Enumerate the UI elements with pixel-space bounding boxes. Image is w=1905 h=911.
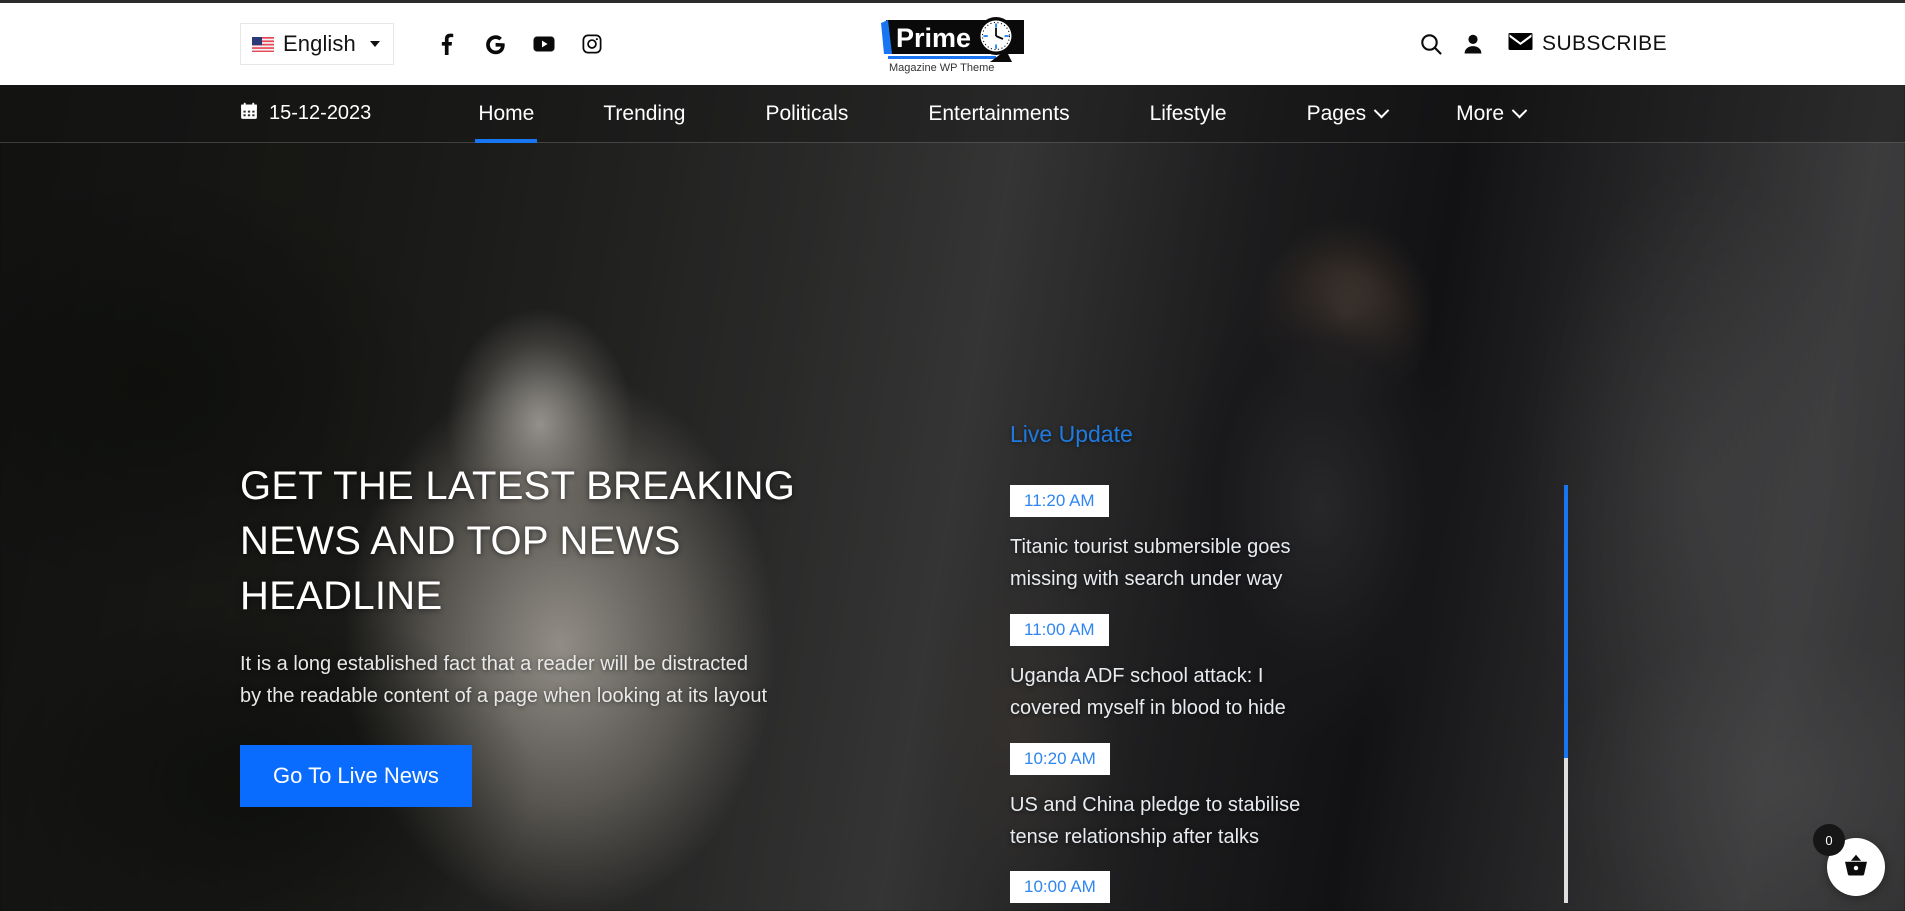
site-logo[interactable]: Prime Magazine WP Theme [878, 14, 1028, 74]
cart-button[interactable]: 0 [1813, 824, 1885, 896]
nav-item-more[interactable]: More [1427, 85, 1554, 142]
nav-label: Pages [1306, 101, 1367, 125]
live-update-item[interactable]: 10:20 AM US and China pledge to stabilis… [1010, 742, 1570, 854]
nav-item-entertainments[interactable]: Entertainments [888, 85, 1109, 142]
hero-text-block: GET THE LATEST BREAKING NEWS AND TOP NEW… [240, 143, 1000, 911]
time-badge: 11:00 AM [1010, 613, 1109, 646]
user-icon[interactable] [1452, 23, 1494, 65]
live-update-item[interactable]: 11:20 AM Titanic tourist submersible goe… [1010, 485, 1570, 596]
hero-section: 15-12-2023 Home Trending Politicals Ente… [0, 85, 1905, 911]
envelope-icon [1508, 32, 1533, 56]
live-update-title: Live Update [1010, 421, 1133, 447]
top-bar-left: English [0, 23, 616, 65]
hero-subtitle: It is a long established fact that a rea… [240, 652, 768, 707]
svg-text:Prime: Prime [896, 23, 971, 53]
google-icon[interactable] [478, 26, 514, 62]
time-badge: 11:20 AM [1010, 485, 1109, 517]
nav-item-politicals[interactable]: Politicals [725, 85, 888, 142]
hero-content: GET THE LATEST BREAKING NEWS AND TOP NEW… [0, 143, 1905, 911]
main-navigation: 15-12-2023 Home Trending Politicals Ente… [0, 85, 1905, 143]
hero-title: GET THE LATEST BREAKING NEWS AND TOP NEW… [240, 464, 796, 619]
live-update-headline[interactable]: Titanic tourist submersible goes missing… [1010, 531, 1310, 596]
time-badge: 10:00 AM [1010, 871, 1110, 904]
search-icon[interactable] [1410, 23, 1452, 65]
date-label: 15-12-2023 [269, 102, 372, 124]
facebook-icon[interactable] [430, 26, 466, 62]
calendar-icon [240, 102, 258, 126]
top-bar-right: SUBSCRIBE [1410, 23, 1905, 65]
subscribe-button[interactable]: SUBSCRIBE [1508, 32, 1667, 56]
nav-label: Lifestyle [1149, 101, 1227, 125]
live-update-panel: Live Update 11:20 AM Titanic tourist sub… [1010, 143, 1570, 911]
nav-menu: Home Trending Politicals Entertainments … [449, 85, 1554, 143]
language-label: English [283, 31, 356, 56]
live-update-list[interactable]: 11:20 AM Titanic tourist submersible goe… [1010, 485, 1570, 911]
shopping-basket-icon [1842, 851, 1870, 884]
nav-item-trending[interactable]: Trending [563, 85, 725, 142]
nav-label: Politicals [765, 101, 849, 125]
nav-item-home[interactable]: Home [449, 85, 563, 143]
instagram-icon[interactable] [574, 26, 610, 62]
live-update-headline[interactable]: Uganda ADF school attack: I covered myse… [1010, 660, 1310, 725]
cart-count-badge: 0 [1813, 824, 1845, 856]
live-update-scrollbar-thumb[interactable] [1564, 485, 1568, 758]
chevron-down-icon [1373, 102, 1390, 119]
language-selector[interactable]: English [240, 23, 394, 65]
live-update-scrollbar[interactable] [1564, 485, 1568, 903]
youtube-icon[interactable] [526, 26, 562, 62]
svg-text:Magazine WP Theme: Magazine WP Theme [889, 62, 994, 74]
nav-label: More [1456, 101, 1505, 125]
go-to-live-news-button[interactable]: Go To Live News [240, 745, 472, 808]
caret-down-icon [369, 41, 380, 47]
nav-item-pages[interactable]: Pages [1267, 85, 1428, 142]
time-badge: 10:20 AM [1010, 742, 1110, 775]
social-links [424, 26, 616, 62]
chevron-down-icon [1511, 102, 1528, 119]
nav-item-lifestyle[interactable]: Lifestyle [1110, 85, 1267, 142]
nav-label: Trending [603, 101, 686, 125]
nav-label: Home [478, 101, 535, 125]
top-bar: English Prime Magazine WP Theme SUBSCRIB… [0, 0, 1905, 85]
live-update-item[interactable]: 10:00 AM Global network of sadistic monk… [1010, 871, 1570, 911]
logo-graphic: Prime Magazine WP Theme [880, 17, 1024, 74]
subscribe-label: SUBSCRIBE [1542, 32, 1667, 55]
live-update-headline[interactable]: US and China pledge to stabilise tense r… [1010, 789, 1310, 854]
current-date: 15-12-2023 [0, 102, 371, 126]
us-flag-icon [252, 36, 274, 52]
nav-label: Entertainments [928, 101, 1070, 125]
live-update-item[interactable]: 11:00 AM Uganda ADF school attack: I cov… [1010, 613, 1570, 725]
